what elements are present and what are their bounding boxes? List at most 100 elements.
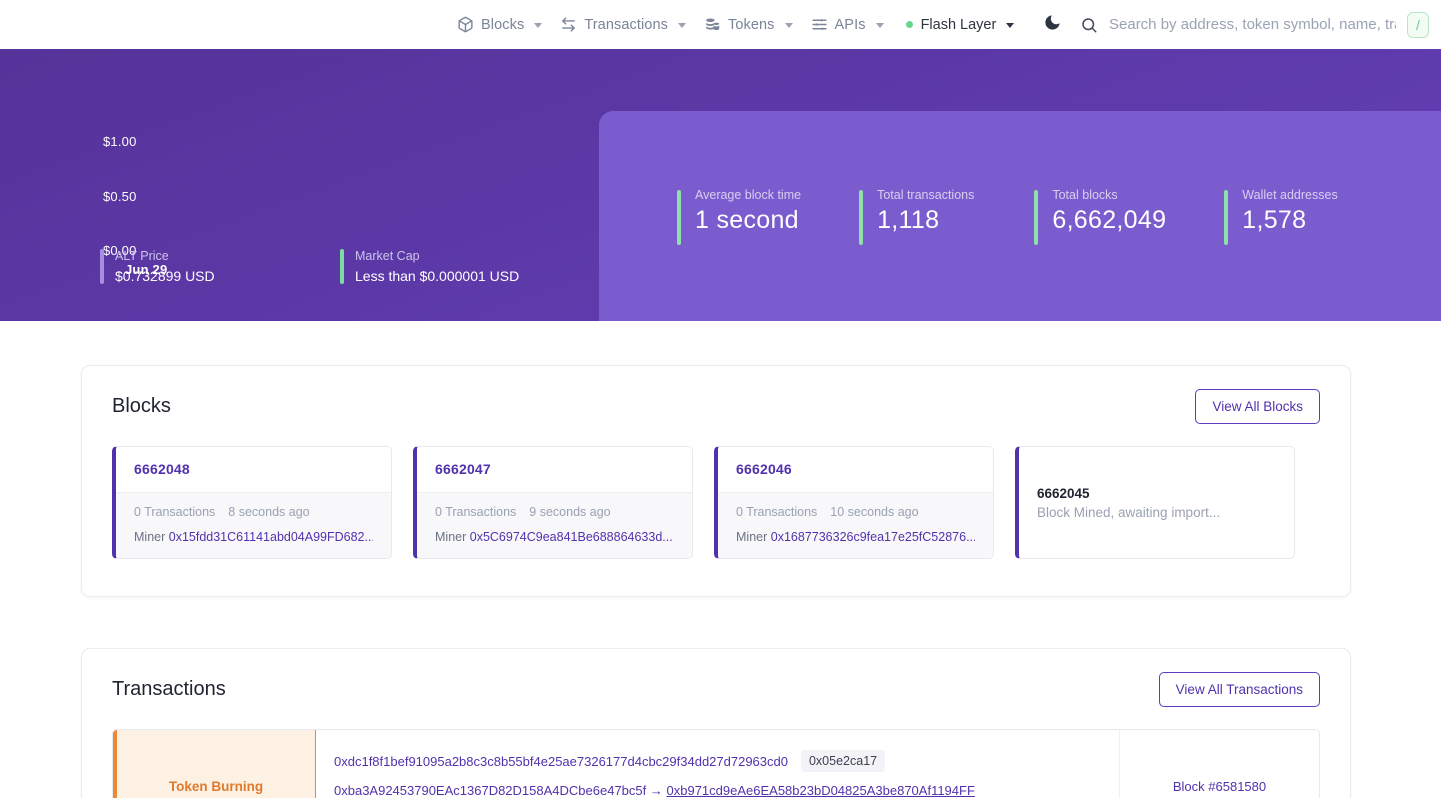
transaction-to-address-link[interactable]: 0xb971cd9eAe6EA58b23bD04825A3be870Af1194… (667, 783, 975, 798)
transaction-type-badge: Token Burning (113, 730, 316, 798)
nav-item-tokens-label: Tokens (727, 16, 775, 33)
metric-accent-bar (340, 249, 344, 284)
block-card[interactable]: 6662048 0 Transactions 8 seconds ago Min… (112, 446, 392, 559)
top-navigation-bar: Blocks Transactions Tokens APIs Flash La… (0, 0, 1441, 49)
view-all-transactions-button[interactable]: View All Transactions (1158, 672, 1320, 707)
stat-average-block-time-value: 1 second (695, 205, 799, 234)
cube-icon (457, 16, 474, 33)
transfer-arrows-icon (560, 16, 577, 33)
transactions-panel: Transactions View All Transactions Token… (81, 648, 1351, 798)
block-miner-address-link[interactable]: 0x15fdd31C61141abd04A99FD682... (169, 530, 373, 544)
block-age: 9 seconds ago (529, 505, 611, 519)
transaction-row[interactable]: Token Burning 0xdc1f8f1bef91095a2b8c3c8b… (112, 729, 1320, 798)
stat-accent-bar (1034, 189, 1039, 245)
nav-item-transactions-label: Transactions (584, 16, 668, 33)
block-number-link[interactable]: 6662048 (134, 461, 190, 477)
metric-accent-bar (100, 249, 104, 284)
pending-block-number: 6662045 (1037, 485, 1090, 501)
stat-average-block-time: Average block time 1 second (677, 188, 859, 245)
transaction-details: 0xdc1f8f1bef91095a2b8c3c8b55bf4e25ae7326… (316, 730, 1119, 798)
nav-item-blocks[interactable]: Blocks (448, 10, 551, 39)
network-selector[interactable]: Flash Layer (897, 11, 1024, 39)
stat-wallet-addresses: Wallet addresses 1,578 (1224, 188, 1338, 245)
block-meta: 0 Transactions 9 seconds ago (435, 505, 674, 519)
chevron-down-icon (1006, 23, 1015, 28)
block-age: 8 seconds ago (228, 505, 310, 519)
transaction-type-label: Token Burning (168, 779, 264, 794)
price-metrics: ALT Price $0.732899 USD Market Cap Less … (100, 249, 519, 284)
block-card[interactable]: 6662047 0 Transactions 9 seconds ago Min… (413, 446, 693, 559)
metric-alt-price-label: ALT Price (115, 249, 169, 263)
search-bar[interactable]: / (1060, 0, 1441, 49)
network-selector-label: Flash Layer (920, 16, 997, 33)
metric-market-cap-value: Less than $0.000001 USD (355, 268, 520, 284)
search-icon (1080, 16, 1098, 34)
transaction-hash-link[interactable]: 0xdc1f8f1bef91095a2b8c3c8b55bf4e25ae7326… (334, 754, 788, 769)
nav-items: Blocks Transactions Tokens APIs Flash La… (448, 10, 1062, 39)
stat-accent-bar (859, 189, 864, 245)
block-miner-label: Miner (736, 530, 768, 544)
transaction-addresses-row: 0xba3A92453790EAc1367D82D158A4DCbe6e47bc… (334, 783, 1097, 798)
nav-item-apis[interactable]: APIs (802, 10, 893, 39)
stat-total-blocks-label: Total blocks (1052, 187, 1118, 202)
blocks-panel-title: Blocks (112, 395, 171, 417)
blocks-panel: Blocks View All Blocks 6662048 0 Transac… (81, 365, 1351, 597)
metric-alt-price-value: $0.732899 USD (115, 268, 215, 284)
chevron-down-icon (677, 23, 686, 28)
nav-item-tokens[interactable]: Tokens (695, 10, 802, 39)
stat-accent-bar (1224, 189, 1229, 245)
block-card-header: 6662048 (116, 447, 391, 492)
block-miner-address-link[interactable]: 0x5C6974C9ea841Be688864633d... (470, 530, 673, 544)
sliders-icon (811, 16, 828, 33)
stat-total-blocks: Total blocks 6,662,049 (1034, 188, 1224, 245)
transaction-block-link[interactable]: Block #6581580 (1173, 779, 1266, 794)
chevron-down-icon (784, 23, 793, 28)
transaction-block-cell: Block #6581580 (1119, 730, 1319, 798)
transaction-from-address-link[interactable]: 0xba3A92453790EAc1367D82D158A4DCbe6e47bc… (334, 783, 646, 798)
nav-item-apis-label: APIs (834, 16, 866, 33)
blocks-panel-header: Blocks View All Blocks (82, 366, 1350, 424)
nav-item-transactions[interactable]: Transactions (551, 10, 695, 39)
block-miner-address-link[interactable]: 0x1687736326c9fea17e25fC52876... (771, 530, 975, 544)
block-transaction-count: 0 Transactions (435, 505, 517, 519)
chart-y-tick-2: $0.50 (103, 189, 137, 204)
block-meta: 0 Transactions 8 seconds ago (134, 505, 373, 519)
block-number-link[interactable]: 6662047 (435, 461, 491, 477)
block-card-body: 0 Transactions 9 seconds ago Miner 0x5C6… (417, 492, 692, 558)
block-miner-label: Miner (134, 530, 166, 544)
block-card-pending[interactable]: 6662045 Block Mined, awaiting import... (1015, 446, 1295, 559)
chevron-down-icon (534, 23, 543, 28)
block-card-header: 6662046 (718, 447, 993, 492)
block-number-link[interactable]: 6662046 (736, 461, 792, 477)
block-miner: Miner 0x1687736326c9fea17e25fC52876... (736, 530, 975, 544)
nav-item-blocks-label: Blocks (481, 16, 525, 33)
transaction-hash-row: 0xdc1f8f1bef91095a2b8c3c8b55bf4e25ae7326… (334, 750, 1097, 772)
block-miner: Miner 0x5C6974C9ea841Be688864633d... (435, 530, 674, 544)
coins-stack-icon (704, 16, 721, 33)
transaction-method-badge: 0x05e2ca17 (800, 750, 886, 772)
transactions-panel-header: Transactions View All Transactions (82, 649, 1350, 707)
chart-y-tick-1: $1.00 (103, 134, 137, 149)
block-transaction-count: 0 Transactions (134, 505, 216, 519)
stat-total-transactions: Total transactions 1,118 (859, 188, 1034, 245)
network-stats-panel: Average block time 1 second Total transa… (599, 111, 1441, 321)
block-meta: 0 Transactions 10 seconds ago (736, 505, 975, 519)
stat-accent-bar (677, 189, 681, 245)
hero-section: $1.00 $0.50 $0.00 Jun 29 ALT Price $0.73… (0, 49, 1441, 321)
search-input[interactable] (1109, 16, 1396, 33)
chevron-down-icon (875, 23, 884, 28)
view-all-blocks-button[interactable]: View All Blocks (1195, 389, 1320, 424)
metric-market-cap-label: Market Cap (355, 249, 420, 263)
network-status-dot (905, 21, 913, 28)
block-card-header: 6662047 (417, 447, 692, 492)
block-transaction-count: 0 Transactions (736, 505, 818, 519)
arrow-right-icon: → (649, 783, 663, 798)
stat-total-blocks-value: 6,662,049 (1052, 205, 1167, 234)
block-card[interactable]: 6662046 0 Transactions 10 seconds ago Mi… (714, 446, 994, 559)
block-card-body: 0 Transactions 10 seconds ago Miner 0x16… (718, 492, 993, 558)
transactions-panel-title: Transactions (112, 678, 226, 700)
stat-wallet-addresses-value: 1,578 (1242, 205, 1307, 234)
search-shortcut-key[interactable]: / (1407, 11, 1429, 38)
stat-total-transactions-value: 1,118 (877, 205, 940, 234)
stat-average-block-time-label: Average block time (695, 187, 802, 202)
